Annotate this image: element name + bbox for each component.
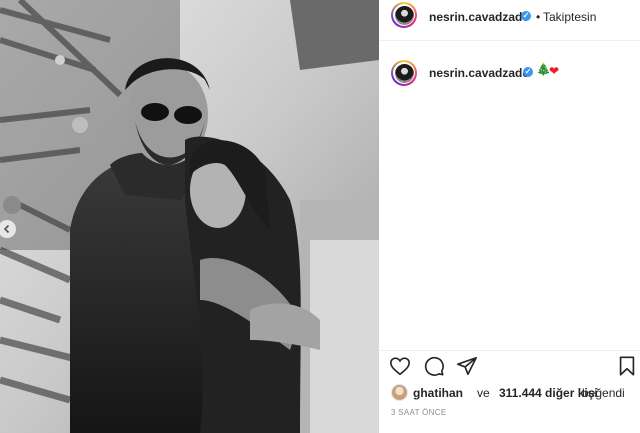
bookmark-icon [619, 356, 635, 376]
like-button[interactable] [389, 355, 411, 377]
share-button[interactable] [456, 355, 478, 377]
liker-avatar[interactable] [391, 384, 408, 401]
heart-icon [390, 357, 410, 376]
save-button[interactable] [616, 355, 638, 377]
likes-connector: ve [477, 386, 490, 400]
separator-dot: • [536, 10, 541, 24]
following-button[interactable]: Takiptesin [543, 10, 596, 24]
caption-author-avatar[interactable] [391, 60, 417, 86]
red-heart-emoji: ❤ [549, 64, 560, 78]
chevron-left-icon [3, 224, 10, 234]
author-avatar[interactable] [391, 2, 417, 28]
post-header: nesrin.cavadzade ✓ • Takiptesin [379, 0, 640, 41]
verified-badge-icon: ✓ [523, 67, 533, 77]
likes-summary: ghatihan ve 311.444 diğer kişi beğendi [391, 384, 636, 402]
verified-badge-icon: ✓ [521, 11, 531, 21]
post-timestamp[interactable]: 3 SAAT ÖNCE [391, 408, 446, 417]
comment-button[interactable] [423, 355, 445, 377]
action-bar [379, 350, 640, 381]
instagram-post: nesrin.cavadzade ✓ • Takiptesin nesrin.c… [0, 0, 640, 433]
caption-author-username[interactable]: nesrin.cavadzade [429, 66, 529, 80]
share-icon [457, 356, 477, 376]
liker-username[interactable]: ghatihan [413, 386, 463, 400]
comment-icon [424, 356, 444, 376]
author-username[interactable]: nesrin.cavadzade [429, 10, 529, 24]
likes-suffix: beğendi [582, 386, 625, 400]
post-photo[interactable] [0, 0, 379, 433]
post-sidebar: nesrin.cavadzade ✓ • Takiptesin nesrin.c… [379, 0, 640, 433]
